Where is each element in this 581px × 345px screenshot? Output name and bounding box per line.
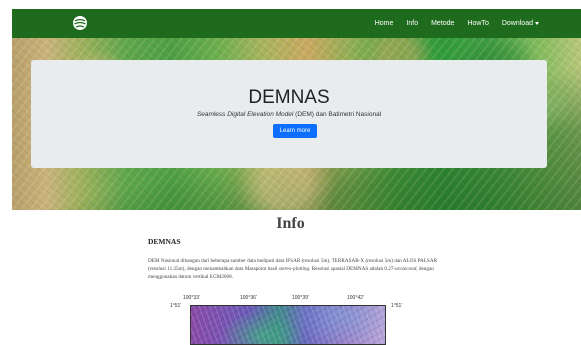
- caret-down-icon: [535, 21, 539, 25]
- lon-tick-label: 100°42': [347, 295, 364, 301]
- hero-subtitle: Seamless Digital Elevation Model (DEM) d…: [31, 111, 547, 118]
- nav-home[interactable]: Home: [375, 20, 394, 27]
- nav-metode[interactable]: Metode: [431, 20, 454, 27]
- navbar: Home Info Metode HowTo Download: [12, 9, 581, 38]
- lat-tick-label-right: 1°51': [391, 303, 403, 309]
- info-text-2: . Resolusi spasial DEMNAS adalah 0.27-: [309, 266, 396, 272]
- globe-logo-icon[interactable]: [72, 15, 88, 31]
- lon-tick-label: 100°39': [292, 295, 309, 301]
- info-paragraph: DEM Nasional dibangun dari beberapa sumb…: [148, 257, 448, 281]
- lon-tick-label: 100°33': [183, 295, 200, 301]
- hero-banner: DEMNAS Seamless Digital Elevation Model …: [12, 38, 581, 210]
- info-text-italic-1: stereo-plotting: [278, 266, 310, 272]
- nav-menu: Home Info Metode HowTo Download: [362, 9, 539, 38]
- lat-tick-label-left: 1°51': [170, 303, 182, 309]
- map-terrain-texture: [191, 306, 385, 344]
- hero-title: DEMNAS: [248, 87, 330, 108]
- nav-howto[interactable]: HowTo: [467, 20, 488, 27]
- dem-map-figure: 100°33' 100°36' 100°39' 100°42' 1°51' 1°…: [165, 295, 410, 345]
- hero-subtitle-italic: Seamless Digital Elevation Model: [196, 111, 294, 118]
- nav-info[interactable]: Info: [406, 20, 418, 27]
- jumbotron: DEMNAS Seamless Digital Elevation Model …: [31, 60, 547, 168]
- info-heading: DEMNAS: [148, 237, 181, 246]
- info-section-title: Info: [276, 215, 305, 232]
- dem-map-image: [190, 305, 386, 345]
- lon-tick-label: 100°36': [240, 295, 257, 301]
- nav-download-label: Download: [501, 20, 533, 27]
- learn-more-button[interactable]: Learn more: [273, 124, 317, 138]
- info-text-italic-2: arcsecond: [395, 266, 417, 272]
- nav-download-dropdown[interactable]: Download: [502, 20, 539, 27]
- hero-subtitle-rest: (DEM) dan Batimetri Nasional: [293, 111, 382, 118]
